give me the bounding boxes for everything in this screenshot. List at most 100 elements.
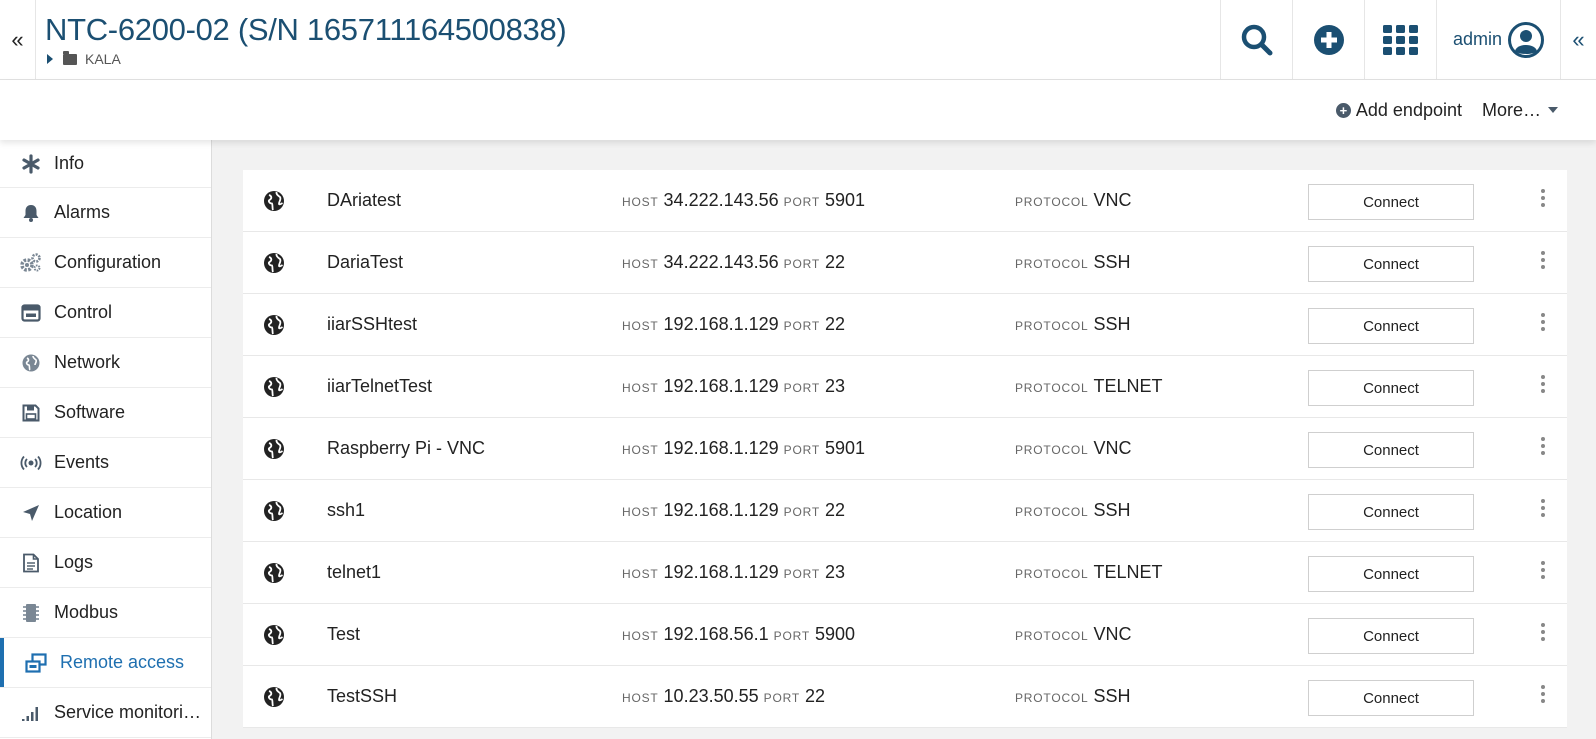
endpoint-row: TestSSH HOST 10.23.50.55 PORT 22 PROTOCO… <box>243 666 1567 728</box>
broadcast-icon <box>20 452 42 474</box>
protocol-value: TELNET <box>1093 376 1163 396</box>
more-options-icon[interactable] <box>1540 684 1546 704</box>
signal-bars-icon <box>20 702 42 724</box>
connect-button[interactable]: Connect <box>1308 556 1474 592</box>
endpoint-host-port: HOST 192.168.1.129 PORT 22 <box>622 500 845 521</box>
endpoint-name: ssh1 <box>327 500 366 520</box>
endpoint-list: DAriatest HOST 34.222.143.56 PORT 5901 P… <box>243 170 1567 728</box>
endpoint-row: iiarSSHtest HOST 192.168.1.129 PORT 22 P… <box>243 294 1567 356</box>
sidebar-item-configuration[interactable]: Configuration <box>0 238 211 288</box>
connect-button[interactable]: Connect <box>1308 246 1474 282</box>
host-label: HOST <box>622 443 659 457</box>
sidebar-item-label: Service monitori… <box>54 702 202 722</box>
endpoint-name: iiarSSHtest <box>327 314 418 334</box>
protocol-value: TELNET <box>1093 562 1163 582</box>
globe-icon <box>264 377 284 397</box>
protocol-value: VNC <box>1093 438 1132 458</box>
protocol-label: PROTOCOL <box>1015 505 1089 519</box>
folder-icon <box>63 50 77 65</box>
endpoint-protocol: PROTOCOL TELNET <box>1015 562 1163 583</box>
grid-icon <box>1382 24 1418 55</box>
add-endpoint-label: Add endpoint <box>1355 99 1462 120</box>
collapse-right-button[interactable]: « <box>1560 0 1596 79</box>
more-options-icon[interactable] <box>1540 250 1546 270</box>
sidebar-item-info[interactable]: Info <box>0 140 211 188</box>
port-label: PORT <box>783 443 820 457</box>
collapse-left-button[interactable]: « <box>0 0 36 79</box>
protocol-label: PROTOCOL <box>1015 257 1089 271</box>
endpoint-protocol: PROTOCOL SSH <box>1015 252 1131 273</box>
chip-icon <box>20 602 42 624</box>
port-value: 22 <box>804 686 825 706</box>
host-value: 192.168.56.1 <box>663 624 769 644</box>
host-value: 10.23.50.55 <box>663 686 759 706</box>
port-label: PORT <box>783 257 820 271</box>
connect-button[interactable]: Connect <box>1308 680 1474 716</box>
connect-button[interactable]: Connect <box>1308 432 1474 468</box>
sidebar: Info Alarms Configuration Control Networ… <box>0 140 212 739</box>
caret-right-icon[interactable] <box>47 54 53 64</box>
more-options-icon[interactable] <box>1540 312 1546 332</box>
connect-button[interactable]: Connect <box>1308 618 1474 654</box>
connect-button[interactable]: Connect <box>1308 308 1474 344</box>
endpoint-name: telnet1 <box>327 562 382 582</box>
more-options-icon[interactable] <box>1540 436 1546 456</box>
host-value: 192.168.1.129 <box>663 438 779 458</box>
port-value: 5901 <box>825 438 866 458</box>
sidebar-item-software[interactable]: Software <box>0 388 211 438</box>
add-button[interactable] <box>1292 0 1364 79</box>
host-value: 34.222.143.56 <box>663 252 779 272</box>
protocol-value: SSH <box>1093 314 1131 334</box>
sidebar-item-label: Alarms <box>54 202 111 222</box>
sidebar-item-label: Network <box>54 352 121 372</box>
more-options-icon[interactable] <box>1540 188 1546 208</box>
host-value: 34.222.143.56 <box>663 190 779 210</box>
app-switcher-button[interactable] <box>1364 0 1436 79</box>
bell-icon <box>20 202 42 224</box>
user-menu[interactable]: admin <box>1436 0 1560 79</box>
add-endpoint-button[interactable]: + Add endpoint <box>1335 99 1462 121</box>
connect-button[interactable]: Connect <box>1308 184 1474 220</box>
connect-button[interactable]: Connect <box>1308 370 1474 406</box>
port-label: PORT <box>783 195 820 209</box>
search-button[interactable] <box>1220 0 1292 79</box>
host-value: 192.168.1.129 <box>663 562 779 582</box>
endpoint-host-port: HOST 34.222.143.56 PORT 22 <box>622 252 845 273</box>
breadcrumb-group-label[interactable]: KALA <box>85 51 121 67</box>
sidebar-item-service-monitoring[interactable]: Service monitori… <box>0 688 211 738</box>
more-options-icon[interactable] <box>1540 622 1546 642</box>
caret-down-icon <box>1548 107 1558 113</box>
globe-icon <box>264 687 284 707</box>
more-options-icon[interactable] <box>1540 374 1546 394</box>
endpoint-name: TestSSH <box>327 686 398 706</box>
globe-icon <box>264 625 284 645</box>
protocol-label: PROTOCOL <box>1015 319 1089 333</box>
endpoint-protocol: PROTOCOL VNC <box>1015 438 1132 459</box>
action-bar: + Add endpoint More… <box>0 80 1596 140</box>
endpoint-host-port: HOST 192.168.1.129 PORT 23 <box>622 376 845 397</box>
endpoint-row: DAriatest HOST 34.222.143.56 PORT 5901 P… <box>243 170 1567 232</box>
sidebar-item-alarms[interactable]: Alarms <box>0 188 211 238</box>
more-options-icon[interactable] <box>1540 498 1546 518</box>
protocol-label: PROTOCOL <box>1015 567 1089 581</box>
sidebar-item-network[interactable]: Network <box>0 338 211 388</box>
sidebar-item-logs[interactable]: Logs <box>0 538 211 588</box>
location-arrow-icon <box>20 502 42 524</box>
page-title: NTC-6200-02 (S/N 165711164500838) <box>45 12 567 47</box>
more-options-icon[interactable] <box>1540 560 1546 580</box>
sidebar-item-modbus[interactable]: Modbus <box>0 588 211 638</box>
sidebar-item-label: Software <box>54 402 126 422</box>
connect-button[interactable]: Connect <box>1308 494 1474 530</box>
host-label: HOST <box>622 381 659 395</box>
sidebar-item-control[interactable]: Control <box>0 288 211 338</box>
more-dropdown[interactable]: More… <box>1482 100 1558 121</box>
breadcrumb[interactable]: KALA <box>45 50 1220 67</box>
host-label: HOST <box>622 319 659 333</box>
sidebar-item-remote-access[interactable]: Remote access <box>0 638 211 688</box>
protocol-value: VNC <box>1093 190 1132 210</box>
floppy-icon <box>20 402 42 424</box>
port-value: 5901 <box>825 190 866 210</box>
sidebar-item-location[interactable]: Location <box>0 488 211 538</box>
endpoint-name: DariaTest <box>327 252 404 272</box>
sidebar-item-events[interactable]: Events <box>0 438 211 488</box>
